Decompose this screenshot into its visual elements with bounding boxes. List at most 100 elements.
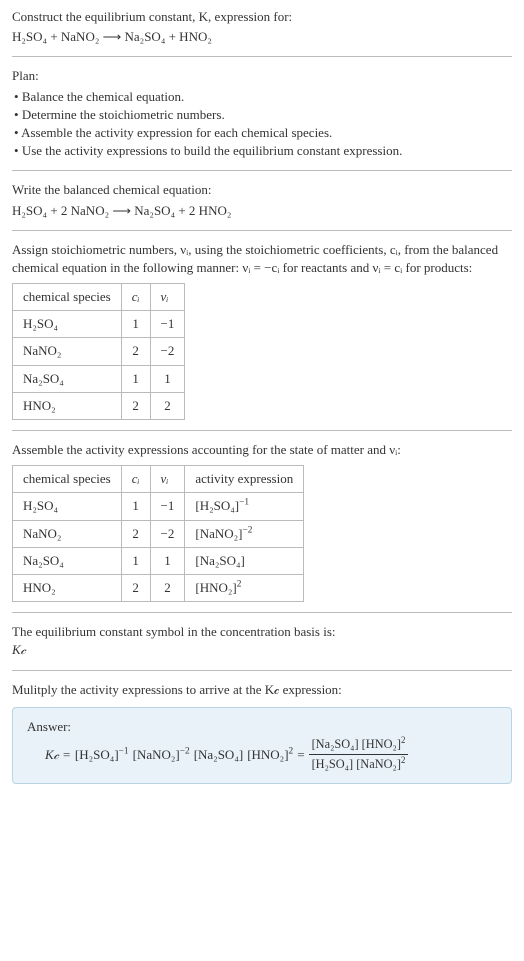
- cell-species: HNO₂: [13, 392, 122, 419]
- plan-block: Plan: Balance the chemical equation. Det…: [12, 67, 512, 160]
- table-row: HNO₂ 2 2 [HNO₂]2: [13, 574, 304, 601]
- table-row: NaNO₂ 2 −2: [13, 338, 185, 365]
- table-row: H₂SO₄ 1 −1: [13, 311, 185, 338]
- term4-pow: 2: [289, 746, 294, 756]
- num-b-base: [HNO₂]: [362, 737, 401, 751]
- intro-line1: Construct the equilibrium constant, K, e…: [12, 9, 292, 24]
- cell-vi: 2: [150, 574, 185, 601]
- kc-symbol-block: The equilibrium constant symbol in the c…: [12, 623, 512, 659]
- den-b-base: [NaNO₂]: [356, 757, 401, 771]
- stoich-block: Assign stoichiometric numbers, νᵢ, using…: [12, 241, 512, 420]
- den-a: [H₂SO₄]: [312, 757, 354, 771]
- table-row: H₂SO₄ 1 −1 [H₂SO₄]−1: [13, 493, 304, 520]
- expr-base: [Na₂SO₄]: [195, 553, 245, 568]
- cell-vi: 2: [150, 392, 185, 419]
- expr-base: [HNO₂]: [195, 580, 236, 595]
- cell-vi: −1: [150, 311, 185, 338]
- cell-ci: 1: [121, 365, 150, 392]
- col-vi: νᵢ: [150, 466, 185, 493]
- expr-base: [NaNO₂]: [195, 526, 242, 541]
- numerator: [Na₂SO₄] [HNO₂]2: [309, 736, 409, 755]
- plan-item: Balance the chemical equation.: [14, 88, 512, 106]
- multiply-text: Mulitply the activity expressions to arr…: [12, 681, 512, 699]
- term2-base: [NaNO₂]: [133, 747, 180, 762]
- table-row: Na₂SO₄ 1 1 [Na₂SO₄]: [13, 547, 304, 574]
- col-species: chemical species: [13, 284, 122, 311]
- answer-label: Answer:: [27, 718, 497, 736]
- table-row: Na₂SO₄ 1 1: [13, 365, 185, 392]
- intro-text: Construct the equilibrium constant, K, e…: [12, 8, 512, 26]
- plan-item: Assemble the activity expression for eac…: [14, 124, 512, 142]
- cell-vi: −2: [150, 520, 185, 547]
- activity-table: chemical species cᵢ νᵢ activity expressi…: [12, 465, 304, 602]
- cell-species: Na₂SO₄: [13, 365, 122, 392]
- expr-base: [H₂SO₄]: [195, 498, 239, 513]
- cell-species: H₂SO₄: [13, 311, 122, 338]
- den-b-pow: 2: [401, 755, 405, 765]
- fraction: [Na₂SO₄] [HNO₂]2 [H₂SO₄] [NaNO₂]2: [309, 736, 409, 774]
- expr-pow: 2: [237, 580, 242, 590]
- intro-block: Construct the equilibrium constant, K, e…: [12, 8, 512, 46]
- term4-base: [HNO₂]: [247, 747, 288, 762]
- cell-vi: 1: [150, 547, 185, 574]
- multiply-block: Mulitply the activity expressions to arr…: [12, 681, 512, 699]
- cell-ci: 1: [121, 311, 150, 338]
- num-a: [Na₂SO₄]: [312, 737, 359, 751]
- divider: [12, 430, 512, 431]
- balanced-block: Write the balanced chemical equation: H₂…: [12, 181, 512, 219]
- col-expr: activity expression: [185, 466, 304, 493]
- cell-vi: 1: [150, 365, 185, 392]
- expr-pow: −2: [243, 525, 253, 535]
- term1: [H₂SO₄]−1: [75, 746, 129, 764]
- col-species: chemical species: [13, 466, 122, 493]
- table-header-row: chemical species cᵢ νᵢ: [13, 284, 185, 311]
- balanced-equation: H₂SO₄ + 2 NaNO₂ ⟶ Na₂SO₄ + 2 HNO₂: [12, 202, 512, 220]
- cell-species: H₂SO₄: [13, 493, 122, 520]
- table-header-row: chemical species cᵢ νᵢ activity expressi…: [13, 466, 304, 493]
- col-ci: cᵢ: [121, 284, 150, 311]
- kc-symbol-text: The equilibrium constant symbol in the c…: [12, 623, 512, 641]
- intro-equation: H₂SO₄ + NaNO₂ ⟶ Na₂SO₄ + HNO₂: [12, 28, 512, 46]
- divider: [12, 670, 512, 671]
- term4: [HNO₂]2: [247, 746, 293, 764]
- term2-pow: −2: [180, 746, 190, 756]
- col-vi: νᵢ: [150, 284, 185, 311]
- cell-vi: −2: [150, 338, 185, 365]
- activity-intro: Assemble the activity expressions accoun…: [12, 441, 512, 459]
- cell-expr: [HNO₂]2: [185, 574, 304, 601]
- col-ci: cᵢ: [121, 466, 150, 493]
- divider: [12, 230, 512, 231]
- plan-item: Use the activity expressions to build th…: [14, 142, 512, 160]
- kc-equals: K𝒸 =: [45, 746, 71, 764]
- activity-block: Assemble the activity expressions accoun…: [12, 441, 512, 602]
- cell-ci: 2: [121, 574, 150, 601]
- kc-symbol: K𝒸: [12, 641, 512, 659]
- cell-ci: 2: [121, 392, 150, 419]
- plan-heading: Plan:: [12, 67, 512, 85]
- divider: [12, 170, 512, 171]
- cell-ci: 2: [121, 520, 150, 547]
- cell-vi: −1: [150, 493, 185, 520]
- cell-species: NaNO₂: [13, 520, 122, 547]
- plan-list: Balance the chemical equation. Determine…: [12, 88, 512, 161]
- table-row: HNO₂ 2 2: [13, 392, 185, 419]
- denominator: [H₂SO₄] [NaNO₂]2: [309, 755, 409, 773]
- cell-ci: 1: [121, 493, 150, 520]
- answer-box: Answer: K𝒸 = [H₂SO₄]−1 [NaNO₂]−2 [Na₂SO₄…: [12, 707, 512, 785]
- cell-ci: 1: [121, 547, 150, 574]
- cell-species: HNO₂: [13, 574, 122, 601]
- term1-base: [H₂SO₄]: [75, 747, 119, 762]
- divider: [12, 56, 512, 57]
- stoich-table: chemical species cᵢ νᵢ H₂SO₄ 1 −1 NaNO₂ …: [12, 283, 185, 420]
- plan-item: Determine the stoichiometric numbers.: [14, 106, 512, 124]
- stoich-intro: Assign stoichiometric numbers, νᵢ, using…: [12, 241, 512, 277]
- answer-equation: K𝒸 = [H₂SO₄]−1 [NaNO₂]−2 [Na₂SO₄] [HNO₂]…: [27, 736, 497, 774]
- balanced-heading: Write the balanced chemical equation:: [12, 181, 512, 199]
- cell-expr: [Na₂SO₄]: [185, 547, 304, 574]
- term1-pow: −1: [119, 746, 129, 756]
- cell-species: Na₂SO₄: [13, 547, 122, 574]
- cell-ci: 2: [121, 338, 150, 365]
- cell-expr: [H₂SO₄]−1: [185, 493, 304, 520]
- num-b-pow: 2: [401, 735, 405, 745]
- expr-pow: −1: [239, 498, 249, 508]
